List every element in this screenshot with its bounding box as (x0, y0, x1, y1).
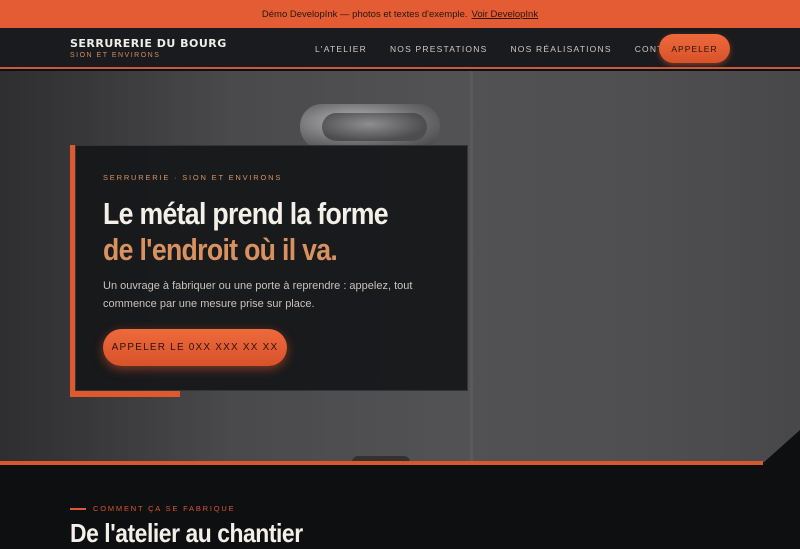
nav-link-prestations[interactable]: NOS PRESTATIONS (390, 44, 488, 54)
top-navigation: SERRURERIE DU BOURG SION ET ENVIRONS L'A… (0, 28, 800, 69)
hero-bottom-rule (0, 461, 763, 465)
hero-headline: Le métal prend la forme de l'endroit où … (103, 196, 389, 268)
hero-headline-line-1: Le métal prend la forme (103, 196, 389, 231)
photo-door-handle-inner (322, 113, 427, 141)
hero-headline-line-2: de l'endroit où il va. (103, 232, 338, 267)
section-eyebrow-dash (70, 507, 86, 510)
demo-banner-link[interactable]: Voir DevelopInk (472, 9, 539, 20)
demo-banner: Démo DevelopInk — photos et textes d'exe… (0, 0, 800, 28)
hero-lede: Un ouvrage à fabriquer ou une porte à re… (103, 280, 413, 310)
nav-link-realisations[interactable]: NOS RÉALISATIONS (510, 44, 611, 54)
demo-banner-text: Démo DevelopInk — photos et textes d'exe… (261, 8, 468, 20)
section-eyebrow: COMMENT ÇA SE FABRIQUE (70, 504, 235, 513)
brand-logo[interactable]: SERRURERIE DU BOURG SION ET ENVIRONS (70, 37, 227, 59)
brand-tagline: SION ET ENVIRONS (70, 52, 161, 59)
section-title: De l'atelier au chantier (70, 518, 303, 548)
call-phone-button[interactable]: APPELER LE 0XX XXX XX XX (103, 329, 287, 366)
brand-name: SERRURERIE DU BOURG (70, 37, 227, 50)
hero-eyebrow: SERRURERIE · SION ET ENVIRONS (103, 173, 283, 182)
hero-card: SERRURERIE · SION ET ENVIRONS Le métal p… (75, 145, 468, 391)
nav-link-atelier[interactable]: L'ATELIER (315, 44, 367, 54)
hero-corner-cut (763, 430, 800, 463)
section-eyebrow-text: COMMENT ÇA SE FABRIQUE (93, 504, 236, 513)
card-accent-horizontal (70, 391, 180, 397)
nav-links: L'ATELIER NOS PRESTATIONS NOS RÉALISATIO… (315, 28, 707, 69)
call-button[interactable]: APPELER (659, 34, 730, 63)
photo-door-edge (470, 71, 473, 462)
